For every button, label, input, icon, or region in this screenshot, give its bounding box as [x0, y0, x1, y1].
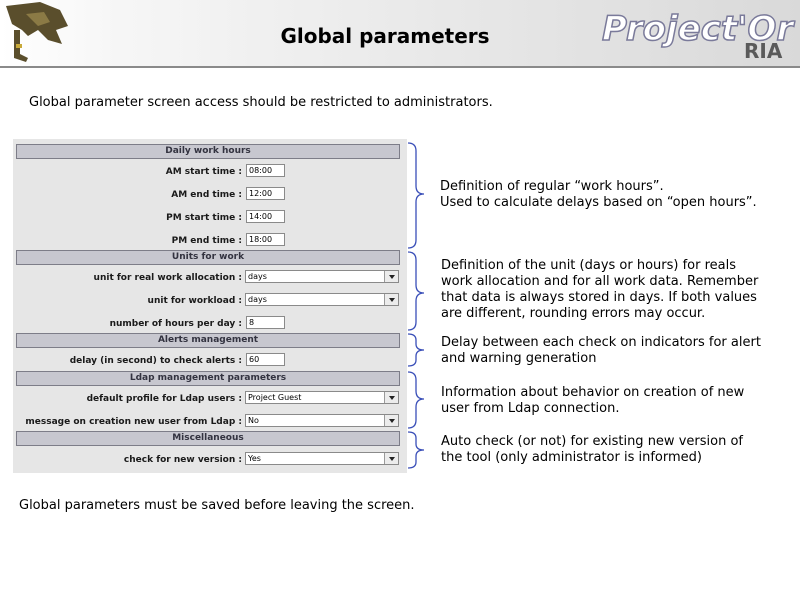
am-start-time-input[interactable]: 08:00 [246, 164, 285, 177]
ldap-default-profile-select[interactable]: Project Guest [245, 391, 399, 404]
annotation-misc-line-2: the tool (only administrator is informed… [441, 450, 702, 465]
hours-per-day-input[interactable]: 8 [246, 316, 285, 329]
annotation-alerts-line-1: Delay between each check on indicators f… [441, 335, 761, 350]
check-new-version-value: Yes [248, 454, 261, 463]
ldap-new-user-message-value: No [248, 416, 259, 425]
global-parameters-form: Daily work hours AM start time : 08:00 A… [13, 139, 407, 473]
workload-unit-label: unit for workload : [147, 296, 242, 306]
pm-start-time-label: PM start time : [166, 213, 242, 223]
alert-delay-input[interactable]: 60 [246, 353, 285, 366]
chevron-down-icon[interactable] [384, 415, 398, 426]
annotation-misc-line-1: Auto check (or not) for existing new ver… [441, 434, 743, 449]
am-end-time-label: AM end time : [171, 190, 242, 200]
pm-end-time-input[interactable]: 18:00 [246, 233, 285, 246]
hours-per-day-label: number of hours per day : [109, 319, 242, 329]
chevron-down-icon[interactable] [384, 453, 398, 464]
pm-end-time-label: PM end time : [171, 236, 242, 246]
workload-unit-select[interactable]: days [245, 293, 399, 306]
brand-logo-subtext: RIA [744, 39, 783, 63]
section-header-ldap-management: Ldap management parameters [16, 371, 400, 386]
section-header-alerts-management: Alerts management [16, 333, 400, 348]
check-new-version-label: check for new version : [123, 455, 242, 465]
section-header-units-for-work: Units for work [16, 250, 400, 265]
annotation-work-hours-line-2: Used to calculate delays based on “open … [440, 195, 757, 210]
am-end-time-input[interactable]: 12:00 [246, 187, 285, 200]
workload-unit-value: days [248, 295, 267, 304]
section-header-daily-work-hours: Daily work hours [16, 144, 400, 159]
am-start-time-label: AM start time : [165, 167, 242, 177]
annotation-units-line-4: are different, rounding errors may occur… [441, 306, 706, 321]
ldap-new-user-message-select[interactable]: No [245, 414, 399, 427]
brand-logo: Project'Or RIA [601, 8, 796, 63]
annotation-units-line-2: work allocation and for all work data. R… [441, 274, 759, 289]
ldap-new-user-message-label: message on creation new user from Ldap : [25, 417, 242, 427]
real-work-unit-label: unit for real work allocation : [93, 273, 242, 283]
alert-delay-label: delay (in second) to check alerts : [69, 356, 242, 366]
chevron-down-icon[interactable] [384, 271, 398, 282]
brace-work-hours [407, 142, 425, 249]
annotation-units-line-1: Definition of the unit (days or hours) f… [441, 258, 737, 273]
check-new-version-select[interactable]: Yes [245, 452, 399, 465]
real-work-unit-value: days [248, 272, 267, 281]
real-work-unit-select[interactable]: days [245, 270, 399, 283]
annotation-ldap-line-2: user from Ldap connection. [441, 401, 620, 416]
brace-misc [407, 431, 425, 469]
brace-units [407, 251, 425, 331]
annotation-ldap-line-1: Information about behavior on creation o… [441, 385, 745, 400]
page-header: Global parameters Project'Or RIA [0, 0, 800, 68]
pm-start-time-input[interactable]: 14:00 [246, 210, 285, 223]
footer-note: Global parameters must be saved before l… [19, 498, 415, 513]
annotation-work-hours-line-1: Definition of regular “work hours”. [440, 179, 664, 194]
intro-note: Global parameter screen access should be… [29, 95, 493, 110]
chevron-down-icon[interactable] [384, 294, 398, 305]
ldap-default-profile-label: default profile for Ldap users : [86, 394, 242, 404]
chevron-down-icon[interactable] [384, 392, 398, 403]
section-header-miscellaneous: Miscellaneous [16, 431, 400, 446]
ldap-default-profile-value: Project Guest [248, 393, 302, 402]
brace-alerts [407, 333, 425, 367]
annotation-units-line-3: that data is always stored in days. If b… [441, 290, 757, 305]
brace-ldap [407, 371, 425, 429]
annotation-alerts-line-2: and warning generation [441, 351, 597, 366]
